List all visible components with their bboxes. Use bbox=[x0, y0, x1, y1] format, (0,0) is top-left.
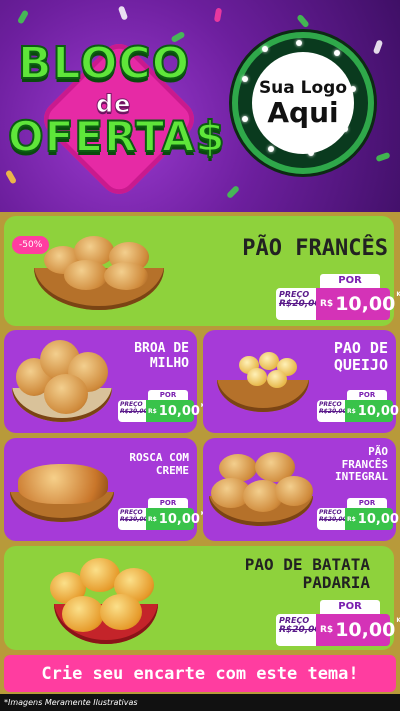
old-price: PREÇO R$20,00 bbox=[276, 288, 321, 320]
new-price: R$ 10,00 KG bbox=[316, 288, 400, 320]
logo-placeholder: Sua Logo Aqui bbox=[232, 32, 374, 174]
product-name: BROA DE MILHO bbox=[134, 341, 189, 371]
logo-text-bottom: Aqui bbox=[267, 96, 339, 130]
old-price: PREÇO R$20,00 bbox=[276, 614, 321, 646]
confetti bbox=[16, 9, 30, 25]
cta-banner: Crie seu encarte com este tema! bbox=[4, 655, 396, 692]
bread-roll bbox=[64, 260, 108, 290]
title-bloco: BLOCO bbox=[17, 37, 191, 90]
confetti bbox=[213, 7, 223, 23]
product-card-pao-de-batata: PAO DE BATATA PADARIA POR PREÇO R$20,00 … bbox=[4, 546, 400, 650]
disclaimer: *Imagens Meramente Ilustrativas bbox=[0, 694, 400, 711]
product-name: PÃO FRANCÊS INTEGRAL bbox=[335, 445, 388, 484]
product-name: PAO DE BATATA PADARIA bbox=[244, 555, 370, 593]
header: BLOCO de OFERTA$ Sua Logo Aqui bbox=[0, 0, 400, 212]
product-name: PAO DE QUEIJO bbox=[333, 339, 388, 375]
new-price: R$ 10,00 KG bbox=[146, 508, 209, 530]
por-label: POR bbox=[347, 498, 387, 508]
old-price: PREÇO R$20,00 bbox=[118, 508, 148, 530]
confetti bbox=[4, 169, 18, 185]
new-price: R$ 10,00 KG bbox=[146, 400, 209, 422]
old-price: PREÇO R$20,00 bbox=[118, 400, 148, 422]
new-price: R$ 10,00 KG bbox=[345, 400, 400, 422]
cheese-bread bbox=[247, 368, 267, 386]
logo-text-top: Sua Logo bbox=[258, 78, 348, 99]
flyer-page: BLOCO de OFERTA$ Sua Logo Aqui -50% PÃO … bbox=[0, 0, 400, 711]
product-card-pao-de-queijo: PAO DE QUEIJO POR PREÇO R$20,00 R$ 10,00… bbox=[203, 330, 400, 433]
cheese-bread bbox=[267, 370, 287, 388]
title-ofertas: OFERTA$ bbox=[7, 111, 226, 162]
product-card-pao-frances: -50% PÃO FRANCÊS POR PREÇO R$20,00 R$ 10… bbox=[4, 216, 400, 326]
confetti bbox=[117, 5, 129, 21]
potato-bread bbox=[100, 594, 142, 630]
confetti bbox=[296, 13, 310, 29]
braided-bread bbox=[18, 464, 108, 504]
logo-circle: Sua Logo Aqui bbox=[252, 52, 354, 154]
product-name: PÃO FRANCÊS bbox=[242, 236, 388, 261]
product-card-broa-de-milho: BROA DE MILHO POR PREÇO R$20,00 R$ 10,00… bbox=[4, 330, 209, 433]
por-label: POR bbox=[320, 274, 380, 288]
product-card-pao-frances-integral: PÃO FRANCÊS INTEGRAL POR PREÇO R$20,00 R… bbox=[203, 438, 400, 541]
confetti bbox=[225, 184, 241, 200]
product-card-rosca-com-creme: ROSCA COM CREME POR PREÇO R$20,00 R$ 10,… bbox=[4, 438, 209, 541]
discount-badge: -50% bbox=[12, 236, 50, 254]
por-label: POR bbox=[347, 390, 387, 400]
bread-roll bbox=[44, 374, 88, 414]
bread-roll bbox=[104, 262, 148, 290]
cheese-bread bbox=[259, 352, 279, 370]
por-label: POR bbox=[148, 498, 188, 508]
por-label: POR bbox=[148, 390, 188, 400]
confetti bbox=[375, 151, 391, 163]
product-name: ROSCA COM CREME bbox=[129, 451, 189, 477]
new-price: R$ 10,00 KG bbox=[345, 508, 400, 530]
bread-basket-image bbox=[217, 380, 309, 412]
potato-bread bbox=[62, 596, 104, 632]
confetti bbox=[372, 39, 384, 55]
bread-roll bbox=[275, 476, 313, 506]
old-price: PREÇO R$20,00 bbox=[317, 400, 347, 422]
new-price: R$ 10,00 KG bbox=[316, 614, 400, 646]
old-price: PREÇO R$20,00 bbox=[317, 508, 347, 530]
por-label: POR bbox=[320, 600, 380, 614]
